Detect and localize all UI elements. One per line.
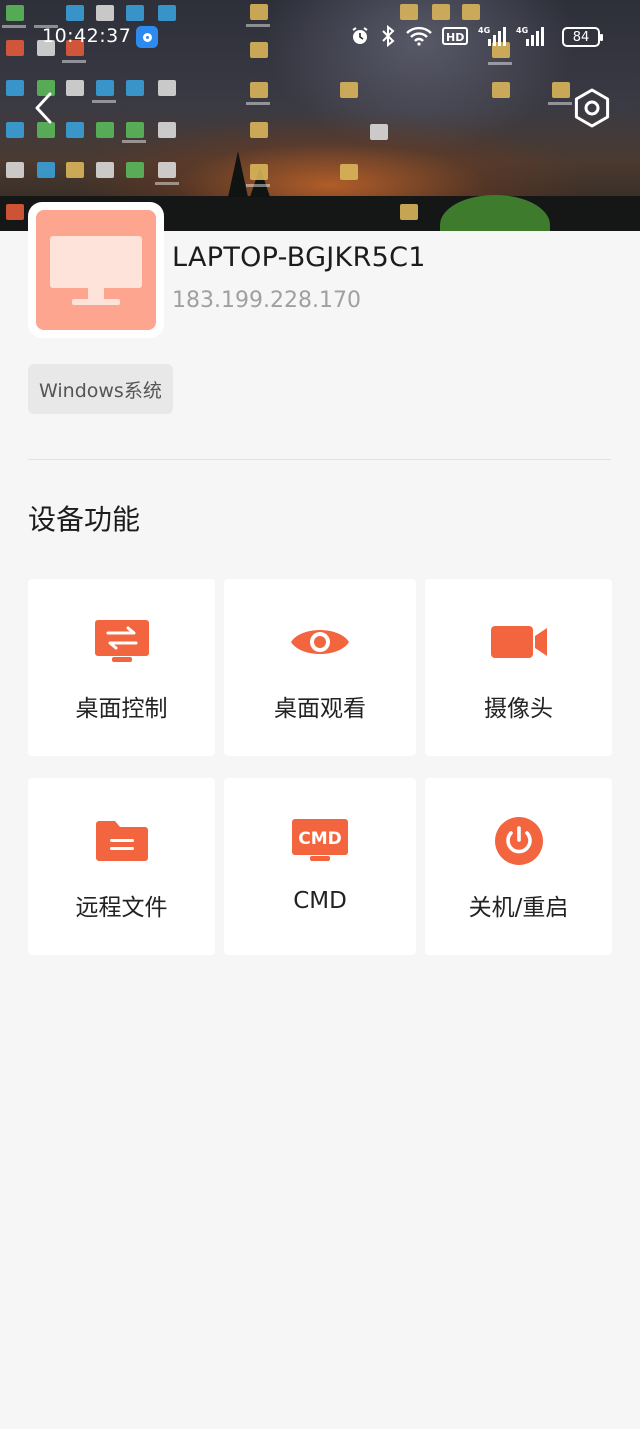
desktop-shortcut-icon	[96, 80, 114, 96]
desktop-folder-icon	[462, 4, 480, 20]
function-desktop-view[interactable]: 桌面观看	[224, 579, 416, 756]
alarm-icon	[352, 27, 368, 44]
signal-4g-icon: 4G	[478, 26, 506, 46]
desktop-folder-icon	[340, 164, 358, 180]
desktop-shortcut-icon	[6, 5, 24, 21]
desktop-folder-icon	[250, 164, 268, 180]
desktop-folder-icon	[340, 82, 358, 98]
desktop-folder-icon	[552, 82, 570, 98]
function-desktop-control[interactable]: 桌面控制	[28, 579, 215, 756]
svg-text:4G: 4G	[478, 26, 490, 35]
desktop-shortcut-icon	[96, 122, 114, 138]
battery-indicator: 84	[562, 27, 603, 47]
desktop-shortcut-icon	[158, 5, 176, 21]
desktop-shortcut-icon	[370, 124, 388, 140]
desktop-folder-icon	[250, 122, 268, 138]
desktop-shortcut-icon	[158, 122, 176, 138]
desktop-shortcut-icon	[6, 162, 24, 178]
os-badge: Windows系统	[28, 364, 173, 414]
svg-text:HD: HD	[446, 31, 464, 44]
status-bar: 10:42:37 HD 4G 4G 84	[0, 22, 640, 52]
cmd-icon: CMD	[292, 819, 348, 861]
settings-button[interactable]	[570, 86, 614, 130]
desktop-shortcut-icon	[158, 80, 176, 96]
function-label: 桌面观看	[274, 696, 366, 722]
desktop-shortcut-icon	[126, 5, 144, 21]
desktop-folder-icon	[400, 204, 418, 220]
function-label: 关机/重启	[468, 895, 569, 921]
hexagon-settings-icon	[574, 88, 610, 128]
device-avatar	[28, 202, 164, 338]
power-icon	[494, 817, 543, 865]
status-time: 10:42:37	[42, 25, 132, 47]
desktop-shortcut-icon	[37, 162, 55, 178]
desktop-shortcut-icon	[6, 204, 24, 220]
desktop-shortcut-icon	[158, 162, 176, 178]
eye-icon	[291, 630, 349, 654]
chevron-left-icon	[35, 92, 52, 124]
status-icons: HD 4G 4G	[350, 25, 544, 47]
monitor-icon	[50, 236, 142, 305]
bluetooth-icon	[382, 25, 395, 47]
desktop-folder-icon	[432, 4, 450, 20]
signal-4g-icon: 4G	[516, 26, 544, 46]
svg-text:4G: 4G	[516, 26, 528, 35]
desktop-shortcut-icon	[126, 162, 144, 178]
function-camera[interactable]: 摄像头	[425, 579, 612, 756]
desktop-shortcut-icon	[66, 80, 84, 96]
desktop-folder-icon	[250, 4, 268, 20]
device-ip: 183.199.228.170	[172, 288, 361, 313]
tree-silhouette	[228, 151, 248, 197]
function-label: 桌面控制	[75, 696, 168, 722]
wifi-icon	[406, 26, 432, 46]
desktop-control-icon	[94, 620, 149, 662]
desktop-shortcut-icon	[66, 122, 84, 138]
desktop-shortcut-icon	[66, 162, 84, 178]
desktop-shortcut-icon	[96, 162, 114, 178]
desktop-shortcut-icon	[6, 122, 24, 138]
function-label: 远程文件	[75, 895, 168, 921]
divider	[28, 459, 611, 460]
hd-icon: HD	[442, 27, 468, 45]
function-remote-files[interactable]: 远程文件	[28, 778, 215, 955]
desktop-folder-icon	[250, 82, 268, 98]
function-label: CMD	[293, 888, 347, 914]
cmd-icon-text: CMD	[298, 829, 342, 849]
desktop-shortcut-icon	[126, 80, 144, 96]
back-button[interactable]	[28, 88, 60, 128]
app-notification-icon	[136, 26, 158, 48]
desktop-folder-icon	[400, 4, 418, 20]
folder-icon	[95, 821, 148, 861]
desktop-shortcut-icon	[66, 5, 84, 21]
function-label: 摄像头	[484, 696, 553, 722]
desktop-folder-icon	[492, 82, 510, 98]
desktop-shortcut-icon	[6, 80, 24, 96]
desktop-shortcut-icon	[126, 122, 144, 138]
function-cmd[interactable]: CMD CMD	[224, 778, 416, 955]
video-camera-icon	[490, 626, 547, 658]
device-name: LAPTOP-BGJKR5C1	[172, 242, 426, 273]
desktop-shortcut-icon	[96, 5, 114, 21]
section-title: 设备功能	[28, 503, 141, 536]
function-power[interactable]: 关机/重启	[425, 778, 612, 955]
